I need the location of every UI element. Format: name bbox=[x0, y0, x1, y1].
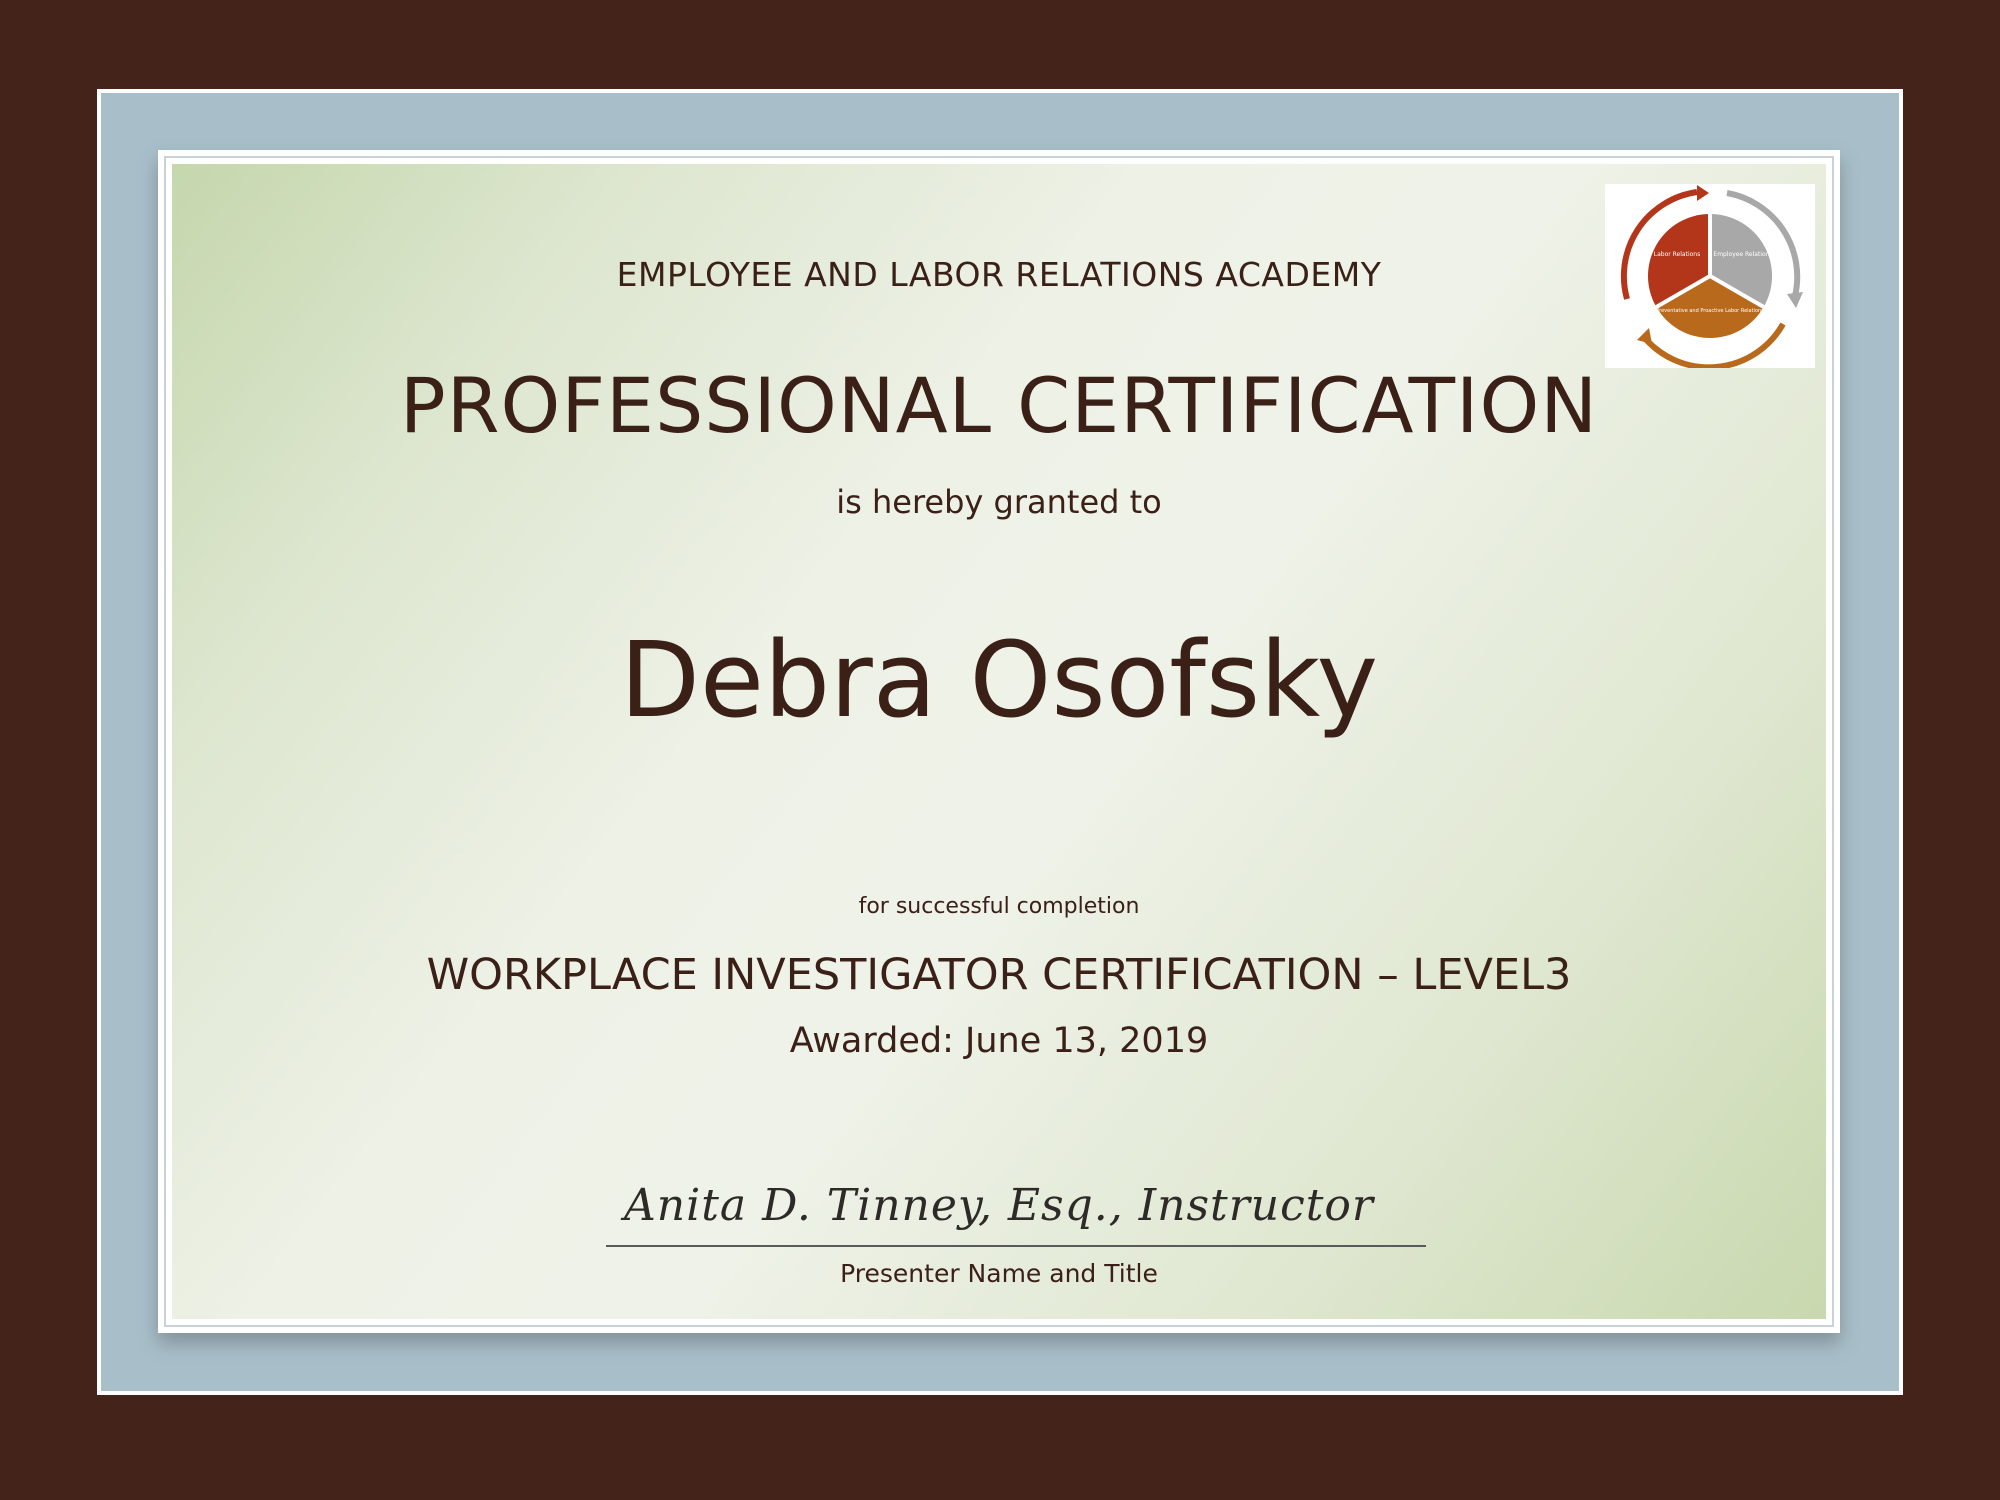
signature-caption: Presenter Name and Title bbox=[840, 1259, 1158, 1288]
logo-arrowhead-orange bbox=[1637, 328, 1652, 344]
logo-arrowhead-gray bbox=[1787, 292, 1803, 308]
granted-text: is hereby granted to bbox=[836, 483, 1162, 521]
logo-cycle-icon: Labor Relations Employee Relations Preve… bbox=[1620, 185, 1803, 368]
outer-frame: EMPLOYEE AND LABOR RELATIONS ACADEMY PRO… bbox=[97, 89, 1903, 1395]
academy-name: EMPLOYEE AND LABOR RELATIONS ACADEMY bbox=[616, 255, 1382, 294]
completion-text: for successful completion bbox=[858, 894, 1140, 919]
certificate-title: PROFESSIONAL CERTIFICATION bbox=[399, 361, 1599, 450]
certificate-panel: EMPLOYEE AND LABOR RELATIONS ACADEMY PRO… bbox=[172, 164, 1826, 1319]
course-name: WORKPLACE INVESTIGATOR CERTIFICATION – L… bbox=[426, 950, 1572, 1000]
logo-label-preventative: Preventative and Proactive Labor Relatio… bbox=[1656, 308, 1764, 314]
award-date: Awarded: June 13, 2019 bbox=[789, 1021, 1209, 1061]
recipient-name: Debra Osofsky bbox=[619, 619, 1379, 741]
logo-label-labor: Labor Relations bbox=[1654, 251, 1700, 258]
signature: Anita D. Tinney, Esq., Instructor bbox=[624, 1180, 1374, 1231]
certificate-mat: EMPLOYEE AND LABOR RELATIONS ACADEMY PRO… bbox=[158, 150, 1840, 1333]
logo-arrowhead-red bbox=[1697, 185, 1709, 201]
signature-line bbox=[606, 1245, 1426, 1247]
logo-label-employee: Employee Relations bbox=[1713, 251, 1772, 258]
academy-logo: Labor Relations Employee Relations Preve… bbox=[1605, 184, 1815, 368]
